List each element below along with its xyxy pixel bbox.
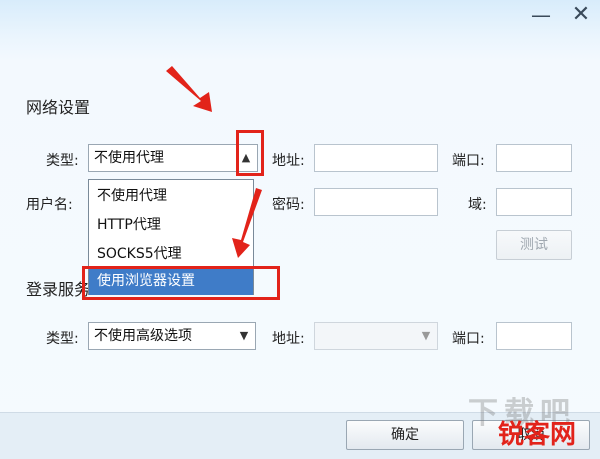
red-arrow-icon xyxy=(232,188,262,258)
red-arrow-icon xyxy=(166,66,212,112)
watermark-brand: 锐客网 xyxy=(498,420,577,450)
